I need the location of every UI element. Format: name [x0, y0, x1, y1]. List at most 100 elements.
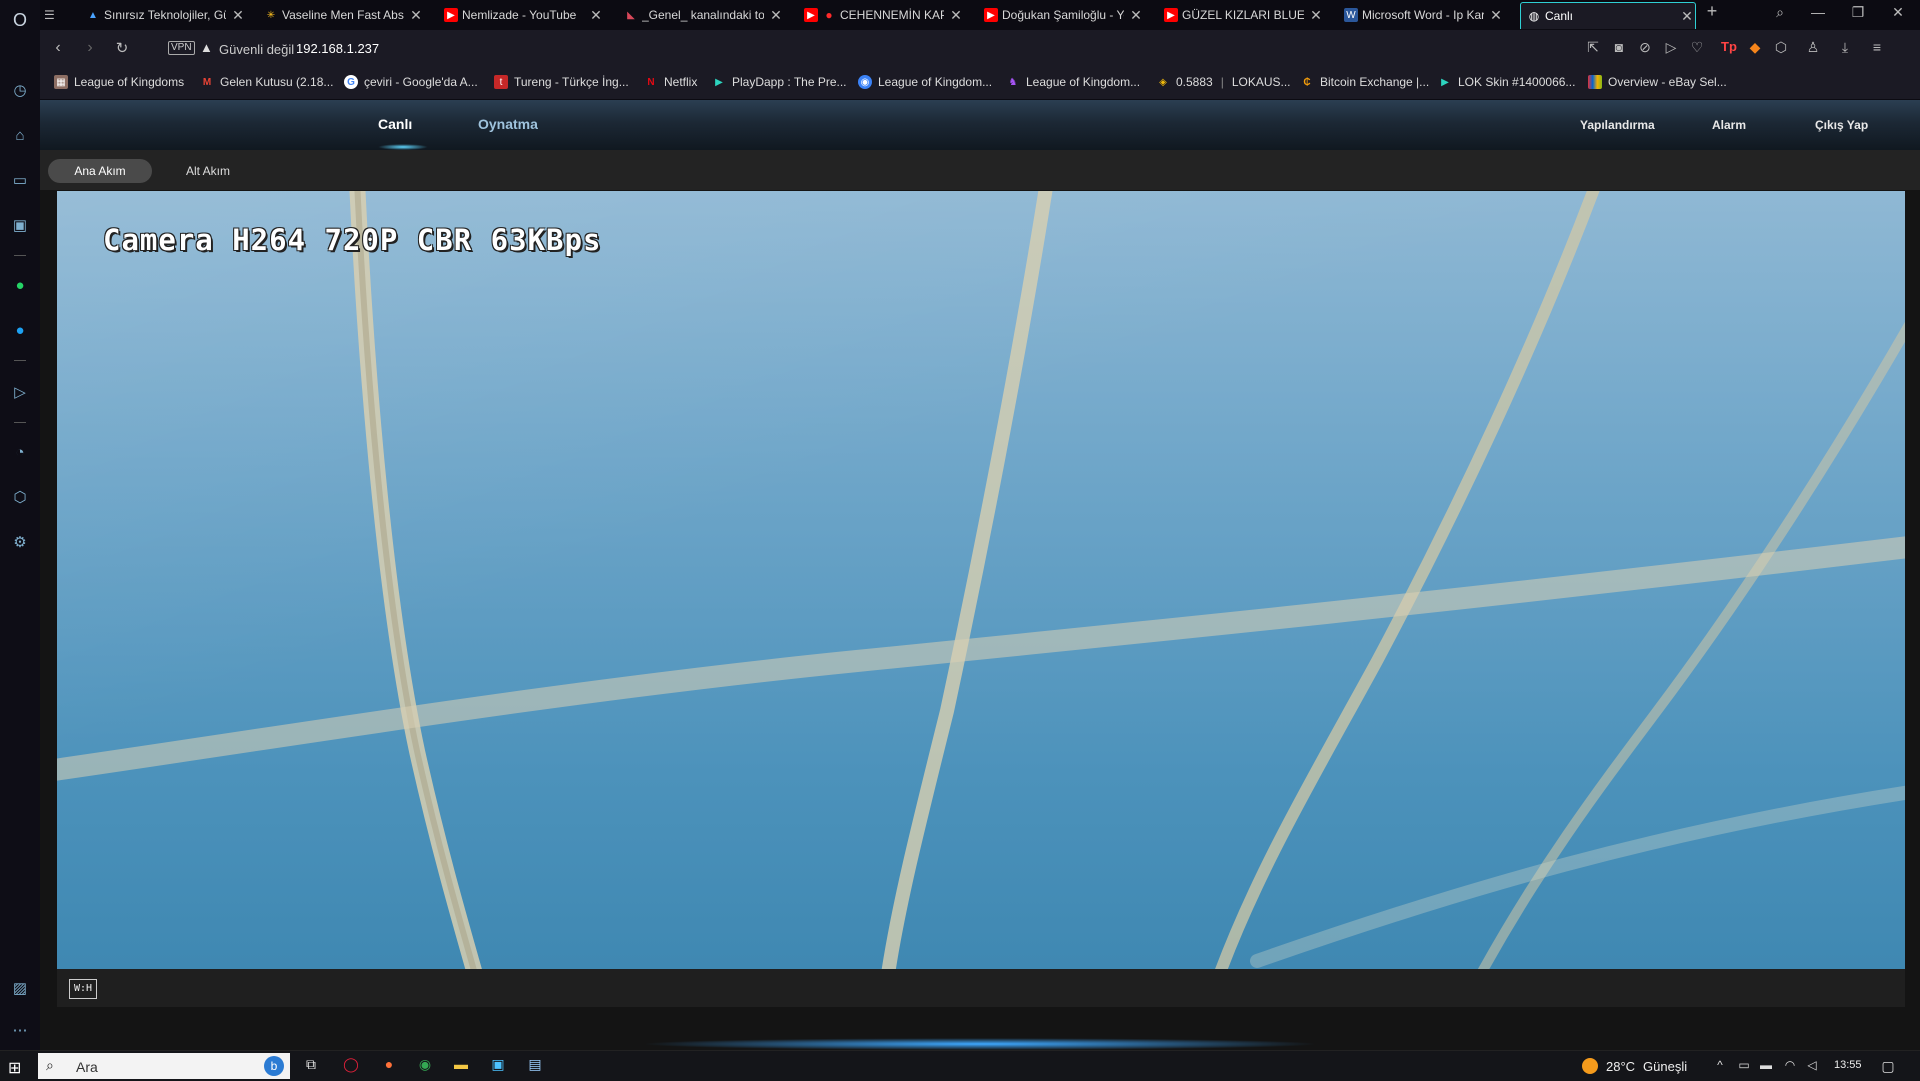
close-tab-icon[interactable]: ✕: [1128, 7, 1144, 24]
sidebar-divider: [14, 360, 26, 361]
restore-icon[interactable]: ❐: [1848, 4, 1868, 21]
netflix-icon: N: [647, 76, 655, 88]
notifications-icon[interactable]: ▢: [1880, 1058, 1896, 1075]
battery-icon[interactable]: ▬: [1758, 1058, 1774, 1072]
speed-dial-icon[interactable]: ◷: [10, 80, 30, 100]
close-tab-icon[interactable]: ✕: [1679, 8, 1695, 25]
bookmark-item[interactable]: ◉ League of Kingdom...: [858, 75, 992, 89]
tp-extension-icon[interactable]: Tp: [1720, 39, 1738, 54]
weather-widget[interactable]: 28°C Güneşli: [1582, 1058, 1687, 1074]
sub-stream-tab[interactable]: Alt Akım: [168, 159, 248, 183]
youtube-icon: ▶: [984, 8, 998, 22]
nav-alarm[interactable]: Alarm: [1712, 118, 1746, 132]
firefox-icon[interactable]: ●: [378, 1056, 400, 1076]
download-icon[interactable]: ⤓: [1836, 39, 1854, 56]
profile-icon[interactable]: ♙: [1804, 39, 1822, 56]
remote-desktop-icon[interactable]: ▣: [487, 1056, 509, 1076]
close-tab-icon[interactable]: ✕: [1308, 7, 1324, 24]
browser-tab[interactable]: ▶ ● CEHENNEMİN KAPI ✕: [804, 2, 964, 28]
camera-web-app: Canlı Oynatma Yapılandırma Alarm Çıkış Y…: [40, 100, 1920, 1050]
security-status[interactable]: Güvenli değil: [219, 42, 294, 57]
close-tab-icon[interactable]: ✕: [948, 7, 964, 24]
crypto-wallet-icon[interactable]: ▣: [10, 215, 30, 235]
close-window-icon[interactable]: ✕: [1888, 4, 1908, 21]
whatsapp-icon[interactable]: ●: [10, 275, 30, 295]
gallery-icon[interactable]: ▨: [10, 978, 30, 998]
shopping-icon[interactable]: ⌂: [10, 125, 30, 145]
browser-tab[interactable]: ✳ Vaseline Men Fast Abso ✕: [264, 2, 424, 28]
new-tab-button[interactable]: +: [1702, 1, 1722, 22]
tab-menu-icon[interactable]: ☰: [44, 2, 62, 28]
live-video-view[interactable]: Camera H264 720P CBR 63KBps: [57, 191, 1905, 969]
share-icon[interactable]: ⇱: [1584, 39, 1602, 56]
back-icon[interactable]: ‹: [48, 39, 68, 57]
file-explorer-icon[interactable]: ▬: [450, 1056, 472, 1076]
send-icon[interactable]: ▷: [1662, 39, 1680, 56]
bookmark-item[interactable]: Gçeviri - Google'da A...: [344, 75, 478, 89]
taskbar-clock[interactable]: 13:55: [1834, 1059, 1862, 1071]
stream-selector-bar: Ana Akım Alt Akım: [40, 150, 1920, 190]
main-stream-tab[interactable]: Ana Akım: [48, 159, 152, 183]
bookmark-item[interactable]: t Tureng - Türkçe İng...: [494, 75, 629, 89]
nav-configuration[interactable]: Yapılandırma: [1580, 118, 1655, 132]
bookmark-item[interactable]: ₵ Bitcoin Exchange |...: [1300, 75, 1429, 89]
browser-tab[interactable]: ▲ Sınırsız Teknolojiler, Gü ✕: [86, 2, 246, 28]
metamask-icon[interactable]: ◆: [1746, 39, 1764, 56]
snapshot-icon[interactable]: ◙: [1610, 39, 1628, 55]
minimize-icon[interactable]: —: [1808, 4, 1828, 20]
forward-icon[interactable]: ›: [80, 39, 100, 57]
bookmark-item[interactable]: ▶ PlayDapp : The Pre...: [712, 75, 846, 89]
easy-setup-icon[interactable]: ≡: [1868, 39, 1886, 55]
url-field[interactable]: 192.168.1.237: [296, 41, 379, 56]
opera-logo-icon[interactable]: O: [10, 10, 30, 30]
opera-taskbar-icon[interactable]: ◯: [340, 1056, 362, 1076]
close-tab-icon[interactable]: ✕: [230, 7, 246, 24]
search-tabs-icon[interactable]: ⌕: [1770, 4, 1790, 21]
extensions-toolbar-icon[interactable]: ⬡: [1772, 39, 1790, 56]
browser-tab[interactable]: ▶ Nemlizade - YouTube ✕: [444, 2, 604, 28]
bookmark-item[interactable]: Overview - eBay Sel...: [1588, 75, 1727, 89]
warning-icon[interactable]: ▲: [200, 40, 213, 55]
more-icon[interactable]: ⋯: [10, 1020, 30, 1040]
twitch-icon[interactable]: ▭: [10, 170, 30, 190]
nav-playback[interactable]: Oynatma: [478, 116, 538, 132]
browser-tab[interactable]: W Microsoft Word - Ip Kar ✕: [1344, 2, 1504, 28]
favorite-icon[interactable]: ♡: [1688, 39, 1706, 56]
nav-live[interactable]: Canlı: [378, 116, 412, 132]
network-app-icon[interactable]: ▤: [524, 1056, 546, 1076]
browser-tab[interactable]: ▶ Doğukan Şamiloğlu - Yo ✕: [984, 2, 1144, 28]
bing-icon[interactable]: b: [264, 1056, 284, 1076]
adblock-icon[interactable]: ⊘: [1636, 39, 1654, 56]
task-view-icon[interactable]: ⧉: [300, 1056, 322, 1076]
vpn-badge[interactable]: VPN: [168, 41, 195, 55]
extensions-icon[interactable]: ⬡: [10, 487, 30, 507]
player-icon[interactable]: ▷: [10, 382, 30, 402]
wifi-icon[interactable]: ◠: [1782, 1058, 1798, 1072]
bookmark-item[interactable]: M Gelen Kutusu (2.18...: [200, 75, 334, 89]
bookmark-item[interactable]: ▶ LOK Skin #1400066...: [1438, 75, 1575, 89]
browser-tab-active[interactable]: ◍ Canlı ✕: [1520, 2, 1696, 29]
tray-chevron-icon[interactable]: ^: [1712, 1058, 1728, 1072]
bookmark-item[interactable]: ◈ 0.5883 | LOKAUS...: [1156, 75, 1290, 89]
twitter-icon[interactable]: ●: [10, 320, 30, 340]
camera-scene: [57, 191, 1905, 969]
bookmark-item[interactable]: ▦ League of Kingdoms: [54, 75, 184, 89]
browser-tab[interactable]: ◣ _Genel_ kanalındaki top ✕: [624, 2, 784, 28]
nav-logout[interactable]: Çıkış Yap: [1815, 118, 1868, 132]
windows-start-icon[interactable]: ⊞: [8, 1058, 21, 1078]
reload-icon[interactable]: ↻: [112, 39, 132, 57]
browser-tab[interactable]: ▶ GÜZEL KIZLARI BLUETO ✕: [1164, 2, 1324, 28]
chrome-icon[interactable]: ◉: [414, 1056, 436, 1076]
bookmark-item[interactable]: N Netflix: [644, 75, 697, 89]
taskbar-search[interactable]: ⌕ Ara b: [38, 1053, 290, 1079]
close-tab-icon[interactable]: ✕: [588, 7, 604, 24]
close-tab-icon[interactable]: ✕: [1488, 7, 1504, 24]
bookmark-item[interactable]: ♞ League of Kingdom...: [1006, 75, 1141, 89]
close-tab-icon[interactable]: ✕: [408, 7, 424, 24]
close-tab-icon[interactable]: ✕: [768, 7, 784, 24]
history-icon[interactable]: ◔: [10, 442, 30, 462]
meet-icon[interactable]: ▭: [1736, 1058, 1752, 1072]
aspect-ratio-button[interactable]: W:H: [69, 979, 97, 999]
volume-icon[interactable]: ◁: [1804, 1058, 1820, 1072]
settings-icon[interactable]: ⚙: [10, 532, 30, 552]
